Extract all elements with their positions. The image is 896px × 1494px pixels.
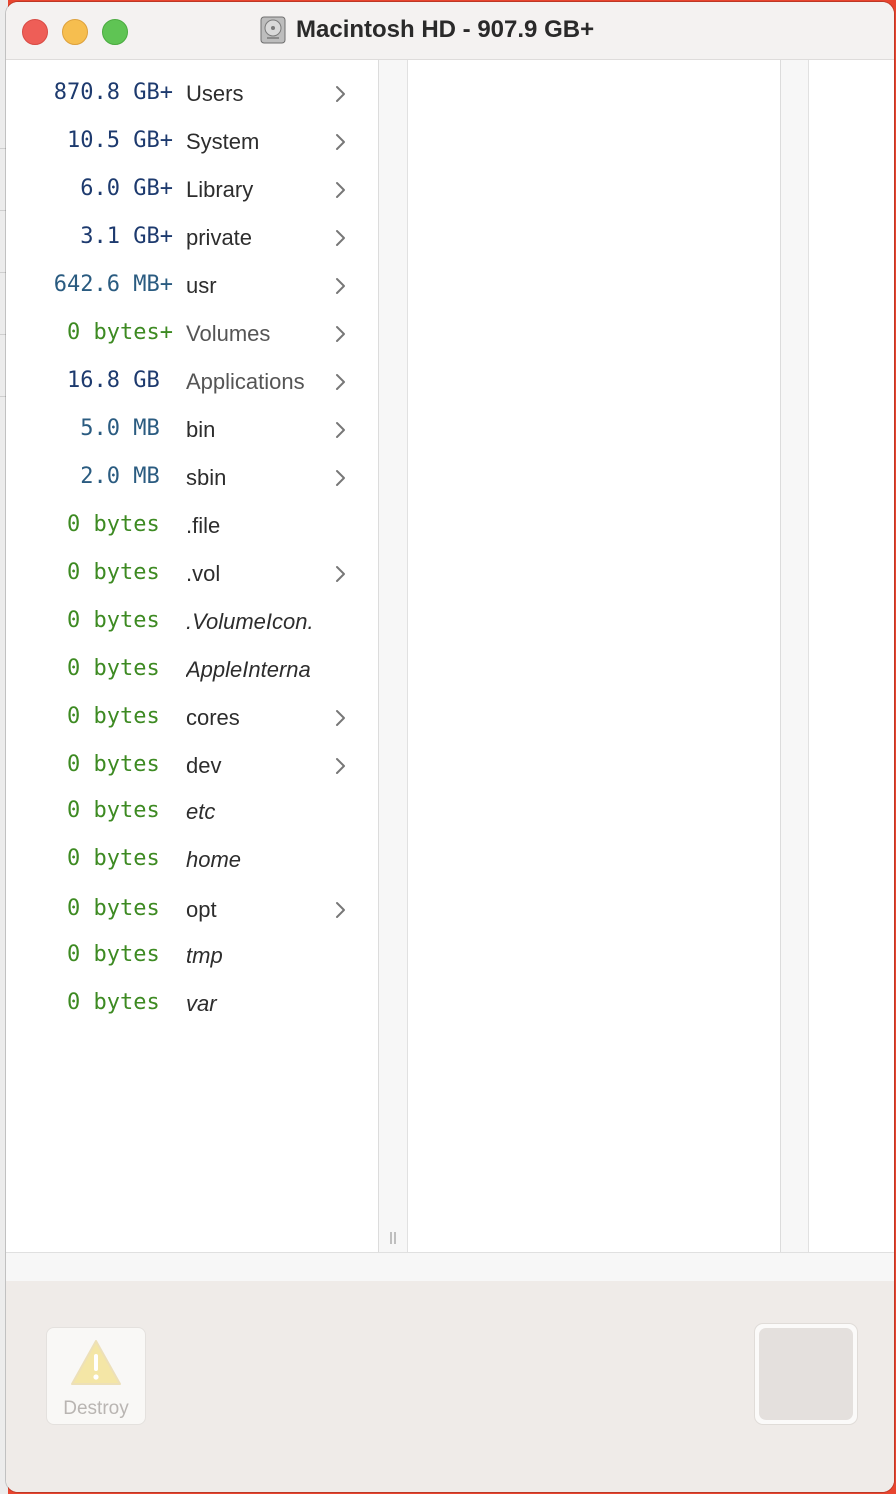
- destroy-label: Destroy: [63, 1398, 129, 1419]
- third-column[interactable]: [809, 60, 894, 1252]
- item-size: 0 bytes: [67, 704, 173, 729]
- chevron-right-icon[interactable]: [330, 900, 350, 920]
- item-size: 0 bytes: [67, 846, 173, 871]
- item-name: .VolumeIcon.: [186, 609, 314, 634]
- item-size: 0 bytes: [67, 608, 173, 633]
- list-item[interactable]: 2.0 MB sbin: [6, 454, 379, 502]
- item-name: opt: [186, 897, 217, 922]
- list-item[interactable]: 6.0 GB+ Library: [6, 166, 379, 214]
- list-item[interactable]: 642.6 MB+ usr: [6, 262, 379, 310]
- item-size: 0 bytes: [67, 656, 173, 681]
- chevron-right-icon[interactable]: [330, 756, 350, 776]
- chevron-right-icon[interactable]: [330, 324, 350, 344]
- list-item[interactable]: 16.8 GB Applications: [6, 358, 379, 406]
- app-window: Macintosh HD - 907.9 GB+ 870.8 GB+ Users 1…: [6, 2, 894, 1492]
- list-item[interactable]: 0 bytes opt: [6, 886, 379, 934]
- item-name: usr: [186, 273, 217, 298]
- item-size: 642.6 MB+: [53, 272, 173, 297]
- column-resize-gutter[interactable]: [379, 60, 408, 1252]
- list-item[interactable]: 0 bytes AppleInterna: [6, 646, 379, 694]
- zoom-button[interactable]: [102, 19, 128, 45]
- item-size: 16.8 GB: [67, 368, 173, 393]
- item-name: var: [186, 991, 217, 1016]
- destroy-button[interactable]: Destroy: [46, 1327, 146, 1425]
- item-name: System: [186, 129, 260, 154]
- hard-drive-icon: [260, 16, 286, 44]
- item-size: 0 bytes: [67, 560, 173, 585]
- list-item[interactable]: 0 bytes .vol: [6, 550, 379, 598]
- chevron-right-icon[interactable]: [330, 276, 350, 296]
- list-item[interactable]: 10.5 GB+ System: [6, 118, 379, 166]
- chevron-right-icon[interactable]: [330, 228, 350, 248]
- item-name: home: [186, 847, 242, 872]
- item-name: .file: [186, 513, 221, 538]
- list-item[interactable]: 0 bytes+ Volumes: [6, 310, 379, 358]
- list-item[interactable]: 3.1 GB+ private: [6, 214, 379, 262]
- item-size: 0 bytes: [67, 752, 173, 777]
- item-name: dev: [186, 753, 222, 778]
- window-title-text: Macintosh HD - 907.9 GB+: [296, 16, 595, 43]
- file-list-column[interactable]: 870.8 GB+ Users 10.5 GB+ System 6.0 GB+ Libra…: [6, 60, 379, 1252]
- item-name: Users: [186, 81, 244, 106]
- item-name: etc: [186, 799, 216, 824]
- chevron-right-icon[interactable]: [330, 420, 350, 440]
- detail-column[interactable]: [408, 60, 781, 1252]
- list-item[interactable]: 870.8 GB+ Users: [6, 70, 379, 118]
- list-item[interactable]: 0 bytes tmp: [6, 932, 379, 980]
- close-button[interactable]: [22, 19, 48, 45]
- list-item[interactable]: 0 bytes dev: [6, 742, 379, 790]
- chevron-right-icon[interactable]: [330, 372, 350, 392]
- title-bar[interactable]: Macintosh HD - 907.9 GB+: [6, 2, 894, 60]
- list-item[interactable]: 5.0 MB bin: [6, 406, 379, 454]
- preview-area: [759, 1328, 853, 1420]
- chevron-right-icon[interactable]: [330, 132, 350, 152]
- preview-well[interactable]: [754, 1323, 858, 1425]
- item-name: cores: [186, 705, 240, 730]
- chevron-right-icon[interactable]: [330, 564, 350, 584]
- item-name: tmp: [186, 943, 223, 968]
- item-name: AppleInterna: [186, 657, 311, 682]
- item-name: bin: [186, 417, 216, 442]
- minimize-button[interactable]: [62, 19, 88, 45]
- window-title: Macintosh HD - 907.9 GB+: [260, 14, 594, 46]
- column-resize-gutter-2[interactable]: [781, 60, 809, 1252]
- list-item[interactable]: 0 bytes home: [6, 836, 379, 884]
- item-size: 2.0 MB: [80, 464, 173, 489]
- item-name: Volumes: [186, 321, 271, 346]
- item-name: sbin: [186, 465, 227, 490]
- resize-grip-icon[interactable]: [388, 1231, 398, 1245]
- horizontal-scrollbar-track[interactable]: [6, 1252, 894, 1281]
- item-name: private: [186, 225, 253, 250]
- item-name: Library: [186, 177, 254, 202]
- list-item[interactable]: 0 bytes .VolumeIcon.: [6, 598, 379, 646]
- item-size: 0 bytes: [67, 990, 173, 1015]
- chevron-right-icon[interactable]: [330, 84, 350, 104]
- item-size: 0 bytes: [67, 942, 173, 967]
- item-size: 0 bytes: [67, 896, 173, 921]
- chevron-right-icon[interactable]: [330, 708, 350, 728]
- list-item[interactable]: 0 bytes cores: [6, 694, 379, 742]
- item-size: 5.0 MB: [80, 416, 173, 441]
- item-size: 6.0 GB+: [80, 176, 173, 201]
- chevron-right-icon[interactable]: [330, 468, 350, 488]
- item-size: 0 bytes: [67, 798, 173, 823]
- item-size: 3.1 GB+: [80, 224, 173, 249]
- list-item[interactable]: 0 bytes .file: [6, 502, 379, 550]
- item-size: 0 bytes: [67, 512, 173, 537]
- list-item[interactable]: 0 bytes etc: [6, 788, 379, 836]
- item-name: Applications: [186, 369, 305, 394]
- chevron-right-icon[interactable]: [330, 180, 350, 200]
- warning-icon: [71, 1340, 121, 1385]
- list-item[interactable]: 0 bytes var: [6, 980, 379, 1028]
- item-size: 10.5 GB+: [67, 128, 173, 153]
- item-size: 0 bytes+: [67, 320, 173, 345]
- item-name: .vol: [186, 561, 221, 586]
- item-size: 870.8 GB+: [53, 80, 173, 105]
